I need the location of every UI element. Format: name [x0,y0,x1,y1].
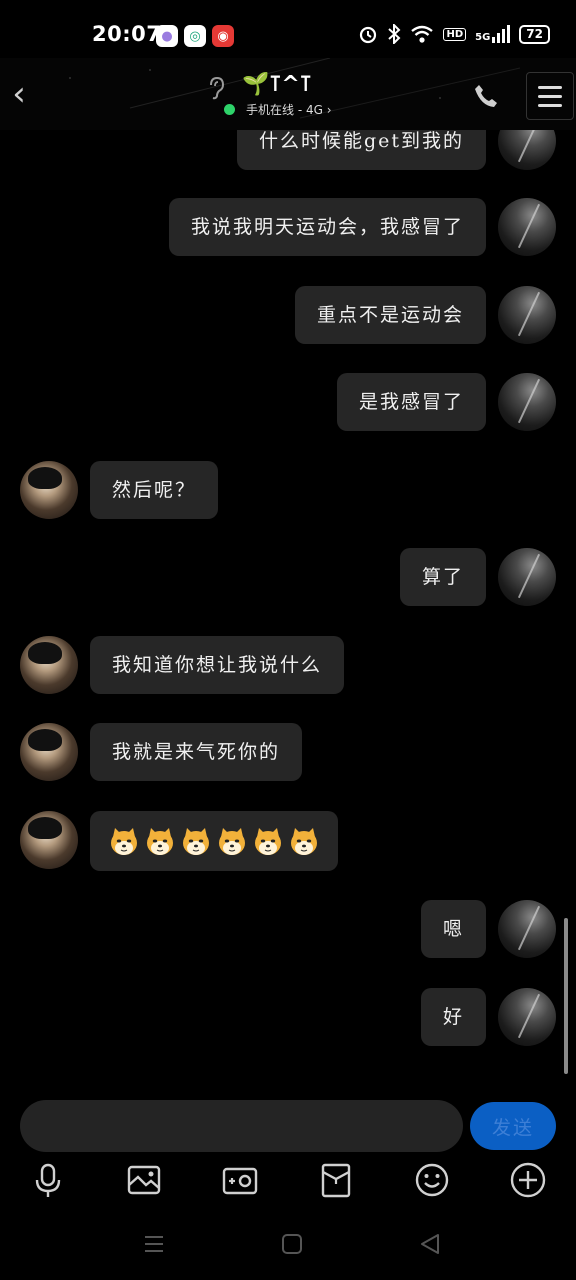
sent-message-bubble[interactable]: 嗯 [420,900,486,958]
doge-emoji [147,828,173,855]
my-avatar[interactable] [498,373,556,431]
contact-avatar[interactable] [20,461,78,519]
emoji-icon[interactable] [412,1160,452,1200]
online-status-dot [224,104,235,115]
hd-badge: HD [443,27,467,41]
app-notification-icon: ◎ [184,25,206,47]
sent-message-bubble[interactable]: 什么时候能get到我的 [236,130,486,170]
sent-message-bubble[interactable]: 好 [420,988,486,1046]
my-avatar[interactable] [498,900,556,958]
send-button[interactable]: 发送 [470,1102,556,1150]
camera-icon[interactable] [220,1160,260,1200]
more-menu-icon[interactable] [526,72,574,120]
message-list[interactable]: 什么时候能get到我的我说我明天运动会，我感冒了重点不是运动会是我感冒了然后呢？… [0,130,576,1090]
sent-message-bubble[interactable]: 是我感冒了 [336,373,486,431]
image-icon[interactable] [124,1160,164,1200]
doge-emoji [183,828,209,855]
wifi-icon [411,25,434,43]
plus-icon[interactable] [508,1160,548,1200]
battery-indicator: 72 [519,24,550,44]
contact-name[interactable]: 🌱⊺^⊺ [242,72,312,97]
contact-avatar[interactable] [20,811,78,869]
my-avatar[interactable] [498,198,556,256]
received-message-bubble[interactable]: 然后呢？ [90,461,219,519]
received-message-bubble[interactable]: 我知道你想让我说什么 [90,636,345,694]
app-notification-icon: ● [156,25,178,47]
home-icon[interactable] [278,1230,306,1258]
my-avatar[interactable] [498,988,556,1046]
scrollbar[interactable] [564,918,568,1074]
received-message-bubble[interactable]: 我就是来气死你的 [90,723,303,781]
doge-emoji [111,828,137,855]
received-message-bubble[interactable] [90,811,338,871]
cell-signal-icon: 5G [475,25,511,43]
phone-call-icon[interactable] [472,82,500,110]
red-packet-icon[interactable] [316,1160,356,1200]
my-avatar[interactable] [498,548,556,606]
alarm-icon [360,26,377,44]
music-app-icon: ◉ [212,25,234,47]
sent-message-bubble[interactable]: 算了 [399,548,486,606]
contact-avatar[interactable] [20,723,78,781]
my-avatar[interactable] [498,130,556,170]
doge-emoji [219,828,245,855]
recent-apps-icon[interactable] [140,1230,168,1258]
message-input[interactable] [20,1100,463,1152]
ear-icon[interactable] [206,76,226,100]
sent-message-bubble[interactable]: 我说我明天运动会，我感冒了 [168,198,486,256]
contact-avatar[interactable] [20,636,78,694]
back-chevron-icon[interactable]: ‹ [6,74,32,114]
nav-back-icon[interactable] [416,1230,444,1258]
microphone-icon[interactable] [28,1160,68,1200]
online-status-text[interactable]: 手机在线 - 4G › [246,101,332,118]
status-time: 20:07 [92,22,162,46]
doge-emoji [291,828,317,855]
bluetooth-icon [388,24,401,44]
doge-emoji [255,828,281,855]
my-avatar[interactable] [498,286,556,344]
status-icons: HD 5G 72 [358,24,550,44]
sent-message-bubble[interactable]: 重点不是运动会 [294,286,486,344]
